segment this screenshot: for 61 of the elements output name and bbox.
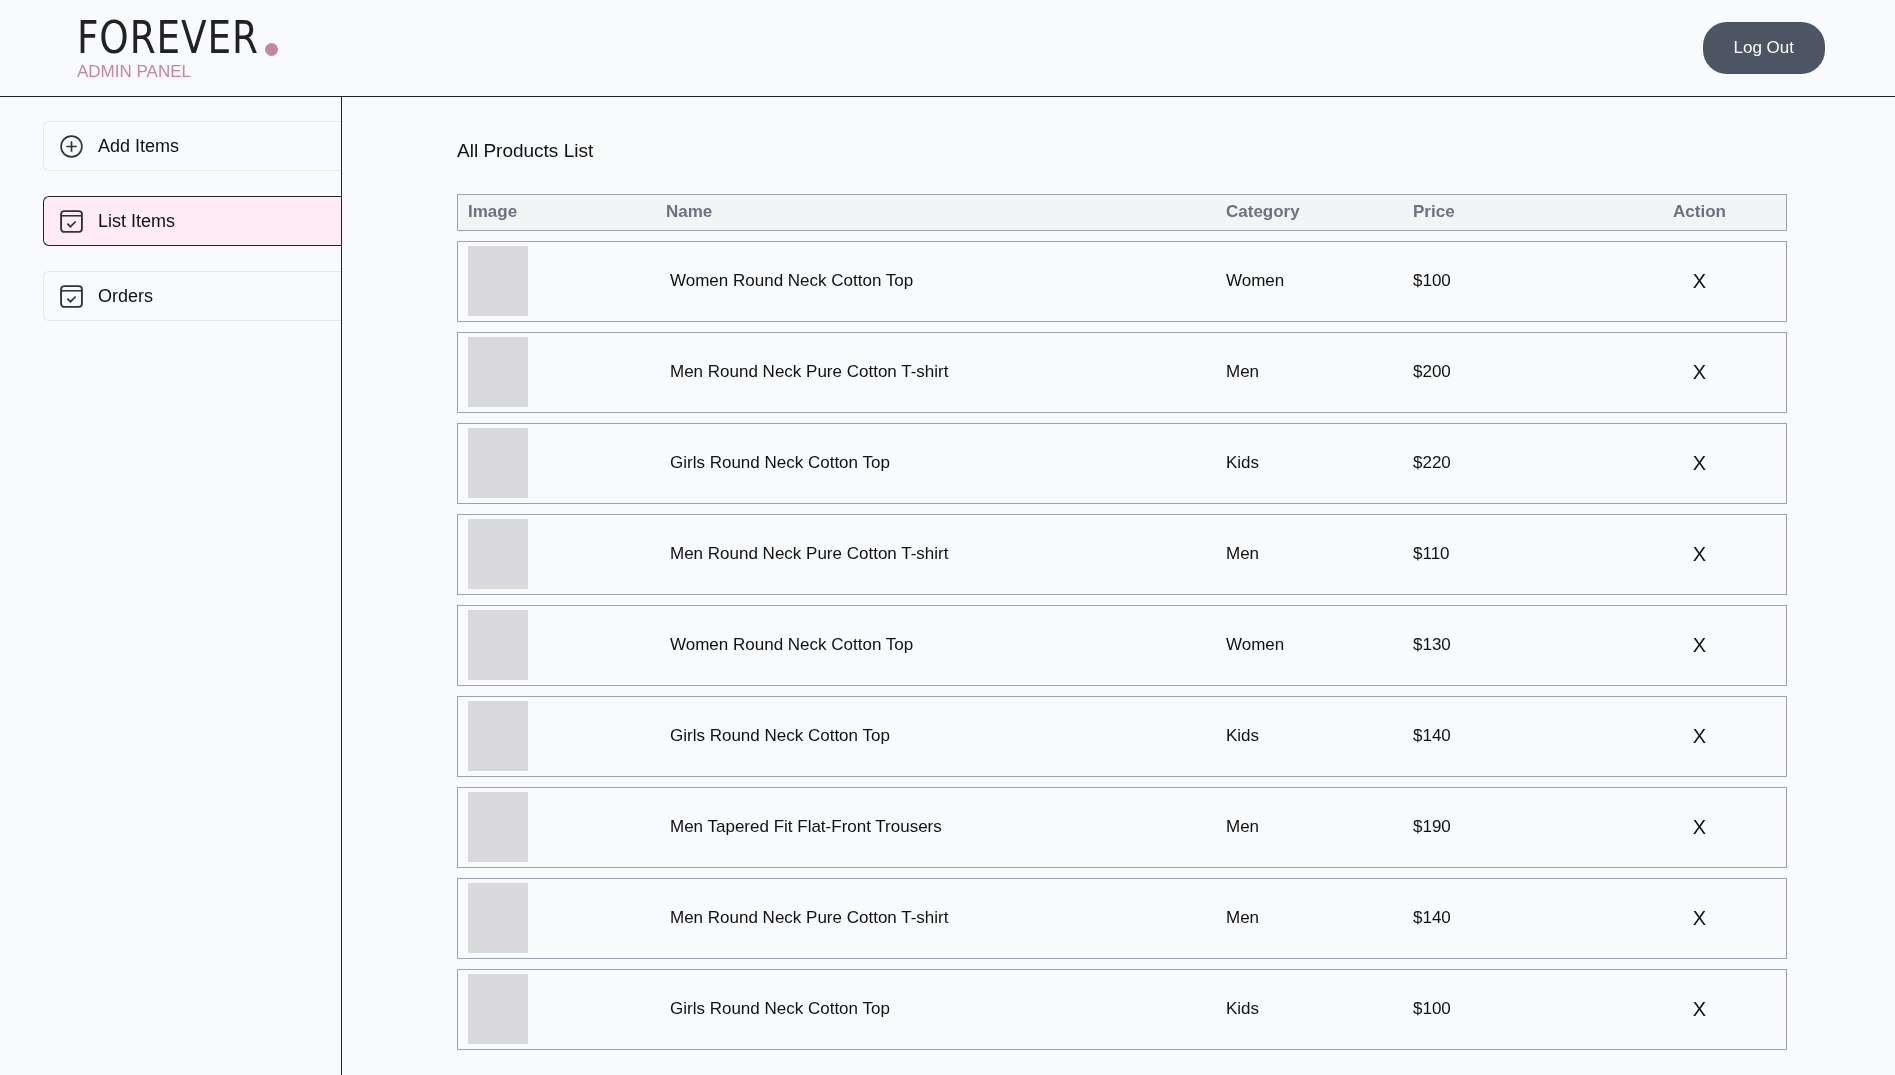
column-header: Name — [666, 201, 714, 224]
product-name: Women Round Neck Cotton Top — [669, 634, 915, 657]
logout-button[interactable]: Log Out — [1702, 22, 1825, 74]
product-price: $110 — [1413, 543, 1451, 566]
product-price: $100 — [1413, 270, 1452, 293]
remove-button[interactable]: X — [1692, 634, 1707, 656]
product-name: Girls Round Neck Cotton Top — [669, 452, 891, 475]
photo-placeholder — [468, 428, 528, 498]
add-circle-icon — [59, 133, 84, 159]
remove-button[interactable]: X — [1692, 725, 1707, 747]
product-price: $140 — [1413, 907, 1452, 930]
product-category: Men — [1226, 907, 1261, 930]
product-category: Men — [1226, 543, 1261, 566]
remove-button[interactable]: X — [1692, 907, 1707, 929]
product-name: Men Round Neck Pure Cotton T-shirt — [669, 543, 950, 566]
remove-button[interactable]: X — [1692, 452, 1707, 474]
product-price: $220 — [1413, 452, 1452, 475]
photo-placeholder — [468, 792, 528, 862]
photo-placeholder — [468, 974, 528, 1044]
product-name: Men Tapered Fit Flat-Front Trousers — [669, 816, 943, 839]
product-name: Girls Round Neck Cotton Top — [669, 725, 891, 748]
product-category: Kids — [1226, 725, 1261, 748]
sidebar-item[interactable]: List Items — [43, 196, 341, 246]
admin-panel-label: ADMIN PANEL — [77, 63, 192, 80]
photo-placeholder — [468, 337, 528, 407]
logo-text: FOREVER — [77, 16, 259, 60]
column-header: Action — [1672, 201, 1727, 224]
product-price: $200 — [1413, 361, 1452, 384]
photo-placeholder — [468, 701, 528, 771]
photo-placeholder — [468, 246, 528, 316]
product-category: Kids — [1226, 452, 1261, 475]
remove-button[interactable]: X — [1692, 270, 1707, 292]
product-category: Kids — [1226, 998, 1261, 1021]
product-price: $100 — [1413, 998, 1452, 1021]
product-price: $130 — [1413, 634, 1452, 657]
sidebar-item[interactable]: Orders — [43, 271, 341, 321]
remove-button[interactable]: X — [1692, 543, 1707, 565]
product-category: Men — [1226, 361, 1261, 384]
column-header: Image — [468, 201, 519, 224]
checkbox-icon — [59, 283, 84, 309]
product-name: Women Round Neck Cotton Top — [669, 270, 915, 293]
remove-button[interactable]: X — [1692, 816, 1707, 838]
photo-placeholder — [468, 610, 528, 680]
product-category: Men — [1226, 816, 1261, 839]
checkbox-icon — [59, 208, 84, 234]
product-category: Women — [1226, 634, 1286, 657]
product-name: Men Round Neck Pure Cotton T-shirt — [669, 361, 950, 384]
sidebar-item[interactable]: Add Items — [43, 121, 341, 171]
page-title: All Products List — [457, 139, 595, 163]
product-name: Men Round Neck Pure Cotton T-shirt — [669, 907, 950, 930]
logo-dot-icon — [264, 43, 278, 56]
product-price: $140 — [1413, 725, 1452, 748]
column-header: Category — [1226, 201, 1301, 224]
remove-button[interactable]: X — [1692, 361, 1707, 383]
product-price: $190 — [1413, 816, 1452, 839]
product-category: Women — [1226, 270, 1286, 293]
product-name: Girls Round Neck Cotton Top — [669, 998, 891, 1021]
photo-placeholder — [468, 883, 528, 953]
photo-placeholder — [468, 519, 528, 589]
column-header: Price — [1413, 201, 1456, 224]
remove-button[interactable]: X — [1692, 998, 1707, 1020]
